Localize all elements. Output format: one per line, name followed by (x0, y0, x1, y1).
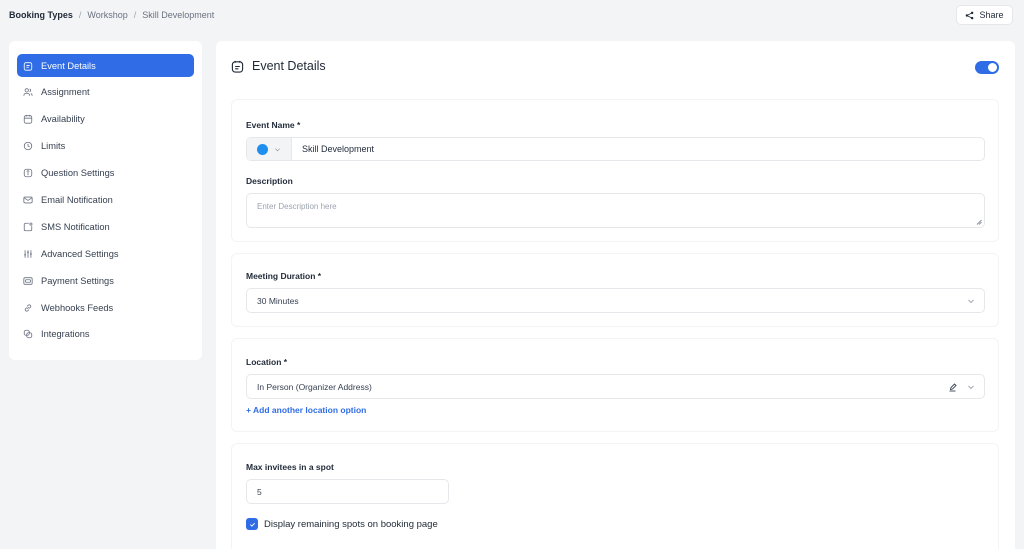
display-remaining-checkbox-row[interactable]: Display remaining spots on booking page (246, 518, 438, 530)
event-name-label: Event Name * (246, 120, 301, 130)
users-icon (23, 87, 33, 97)
add-location-link[interactable]: + Add another location option (246, 405, 366, 415)
description-textarea[interactable]: Enter Description here (246, 193, 985, 228)
event-info-section: Event Name * Skill Development Descripti… (231, 99, 999, 242)
location-section: Location * In Person (Organizer Address)… (231, 338, 999, 432)
location-label: Location * (246, 357, 288, 367)
mail-icon (23, 195, 33, 205)
link-icon (23, 303, 33, 313)
check-icon (249, 522, 255, 527)
sidebar-item-label: SMS Notification (41, 221, 110, 232)
sidebar-item-label: Payment Settings (41, 275, 114, 286)
sidebar-item-availability[interactable]: Availability (17, 108, 194, 131)
event-color-picker[interactable] (247, 138, 292, 160)
sidebar-item-integrations[interactable]: Integrations (17, 323, 194, 346)
page-title: Event Details (252, 59, 326, 73)
max-invitees-label: Max invitees in a spot (246, 462, 334, 472)
max-invitees-input[interactable]: 5 (246, 479, 449, 504)
sidebar-item-payment-settings[interactable]: Payment Settings (17, 269, 194, 292)
integrations-icon (23, 329, 33, 339)
resize-grip-icon[interactable] (976, 219, 982, 225)
breadcrumb-current: Skill Development (142, 10, 215, 20)
payment-icon (23, 276, 33, 286)
sidebar-item-label: Event Details (41, 60, 96, 71)
breadcrumb: Booking Types / Workshop / Skill Develop… (9, 10, 214, 20)
meeting-duration-label: Meeting Duration * (246, 271, 322, 281)
chevron-down-icon (275, 147, 280, 151)
panel-header: Event Details (231, 59, 326, 73)
breadcrumb-workshop[interactable]: Workshop (87, 10, 127, 20)
event-color-swatch (257, 143, 268, 155)
toggle-knob (988, 63, 997, 72)
sidebar-item-label: Availability (41, 114, 85, 125)
main-panel: Event Details Event Name * Skill Develop… (216, 41, 1015, 549)
description-placeholder: Enter Description here (257, 202, 337, 211)
sidebar-item-webhooks-feeds[interactable]: Webhooks Feeds (17, 296, 194, 319)
sliders-icon (23, 249, 33, 259)
meeting-duration-select[interactable]: 30 Minutes (246, 288, 985, 313)
event-enabled-toggle[interactable] (975, 61, 999, 74)
sms-icon (23, 222, 33, 232)
invitees-section: Max invitees in a spot 5 Display remaini… (231, 443, 999, 549)
sidebar-item-limits[interactable]: Limits (17, 135, 194, 158)
chevron-down-icon (968, 385, 974, 389)
duration-section: Meeting Duration * 30 Minutes (231, 253, 999, 327)
sidebar-item-event-details[interactable]: Event Details (17, 54, 194, 77)
calendar-note-icon (23, 61, 33, 71)
calendar-icon (23, 114, 33, 124)
sidebar-item-question-settings[interactable]: Question Settings (17, 162, 194, 185)
sidebar-item-label: Integrations (41, 329, 90, 340)
description-label: Description (246, 176, 293, 186)
display-remaining-checkbox[interactable] (246, 518, 258, 530)
chevron-down-icon (968, 299, 974, 303)
share-icon (966, 11, 974, 19)
sidebar-item-email-notification[interactable]: Email Notification (17, 188, 194, 211)
breadcrumb-separator: / (133, 10, 137, 20)
top-bar: Booking Types / Workshop / Skill Develop… (0, 0, 1024, 30)
sidebar-item-label: Limits (41, 141, 66, 152)
sidebar-item-assignment[interactable]: Assignment (17, 81, 194, 104)
sidebar-item-label: Assignment (41, 87, 90, 98)
calendar-note-icon (231, 60, 244, 73)
sidebar-item-label: Question Settings (41, 168, 115, 179)
breadcrumb-root[interactable]: Booking Types (9, 10, 73, 20)
location-value: In Person (Organizer Address) (257, 381, 372, 392)
sidebar-item-label: Email Notification (41, 194, 113, 205)
breadcrumb-separator: / (78, 10, 82, 20)
question-icon (23, 168, 33, 178)
sidebar-item-advanced-settings[interactable]: Advanced Settings (17, 242, 194, 265)
sidebar-item-label: Advanced Settings (41, 248, 119, 259)
share-button[interactable]: Share (956, 5, 1013, 25)
share-label: Share (979, 10, 1004, 20)
sidebar: Event Details Assignment Availability Li… (9, 41, 202, 360)
display-remaining-label: Display remaining spots on booking page (264, 518, 438, 530)
event-name-field: Skill Development (246, 137, 985, 161)
sidebar-item-sms-notification[interactable]: SMS Notification (17, 215, 194, 238)
sidebar-item-label: Webhooks Feeds (41, 302, 114, 313)
clock-icon (23, 141, 33, 151)
max-invitees-value: 5 (257, 486, 262, 497)
edit-pencil-icon[interactable] (948, 382, 958, 392)
event-name-input[interactable]: Skill Development (292, 144, 374, 154)
meeting-duration-value: 30 Minutes (257, 295, 299, 306)
location-select[interactable]: In Person (Organizer Address) (246, 374, 985, 399)
